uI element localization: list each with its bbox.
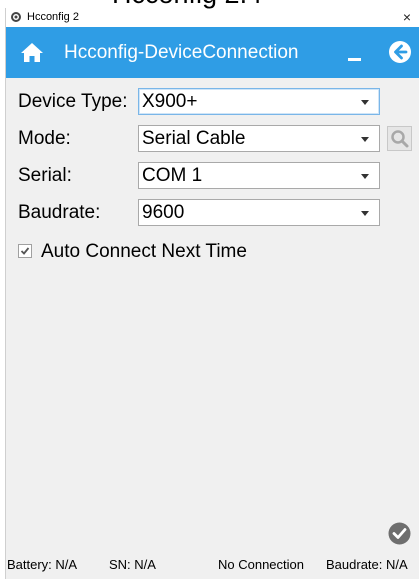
search-button[interactable]: [387, 126, 412, 151]
battery-status: Battery: N/A: [7, 557, 78, 572]
device-type-row: Device Type: X900+: [6, 88, 419, 116]
serial-row: Serial: COM 1: [6, 162, 419, 190]
window-titlebar: Hcconfig 2 ×: [6, 8, 419, 27]
app-header: Hcconfig-DeviceConnection: [6, 27, 419, 78]
baudrate-status: Baudrate: N/A: [326, 557, 408, 572]
window-title: Hcconfig 2: [27, 11, 79, 23]
baudrate-label: Baudrate:: [18, 202, 101, 223]
chevron-down-icon: [361, 211, 369, 216]
mode-select[interactable]: Serial Cable: [138, 125, 380, 152]
serial-label: Serial:: [18, 165, 72, 186]
auto-connect-label[interactable]: Auto Connect Next Time: [41, 240, 247, 264]
baudrate-value: 9600: [142, 202, 185, 223]
device-type-value: X900+: [142, 91, 198, 112]
device-type-label: Device Type:: [18, 91, 128, 112]
mode-value: Serial Cable: [142, 128, 246, 149]
clipped-caption: Hcconfig 2.4: [112, 0, 262, 8]
back-arrow-icon[interactable]: [388, 40, 412, 64]
auto-connect-checkbox[interactable]: [18, 244, 32, 258]
mode-row: Mode: Serial Cable: [6, 125, 419, 153]
serial-select[interactable]: COM 1: [138, 162, 380, 189]
chevron-down-icon: [361, 174, 369, 179]
checkmark-circle-icon: [388, 522, 411, 545]
chevron-down-icon: [361, 100, 369, 105]
window-close-button[interactable]: ×: [398, 8, 416, 27]
mode-label: Mode:: [18, 128, 71, 149]
serial-number-status: SN: N/A: [109, 557, 156, 572]
search-icon: [388, 130, 411, 154]
baudrate-select[interactable]: 9600: [138, 199, 380, 226]
serial-value: COM 1: [142, 165, 203, 186]
confirm-check-button[interactable]: [388, 522, 411, 545]
device-type-select[interactable]: X900+: [138, 88, 380, 115]
connection-status: No Connection: [218, 557, 304, 572]
minus-icon[interactable]: [348, 58, 361, 61]
baudrate-row: Baudrate: 9600: [6, 199, 419, 227]
caption-text: Hcconfig 2.4: [112, 0, 262, 9]
status-bar: Battery: N/A SN: N/A No Connection Baudr…: [6, 551, 419, 579]
connection-form: Device Type: X900+ Mode: Serial Cable Se…: [6, 78, 419, 548]
app-window: Hcconfig 2 × Hcconfig-DeviceConnection D…: [5, 8, 419, 579]
gear-icon: [10, 11, 22, 23]
home-icon[interactable]: [20, 41, 44, 63]
chevron-down-icon: [361, 137, 369, 142]
page-title: Hcconfig-DeviceConnection: [64, 42, 299, 63]
